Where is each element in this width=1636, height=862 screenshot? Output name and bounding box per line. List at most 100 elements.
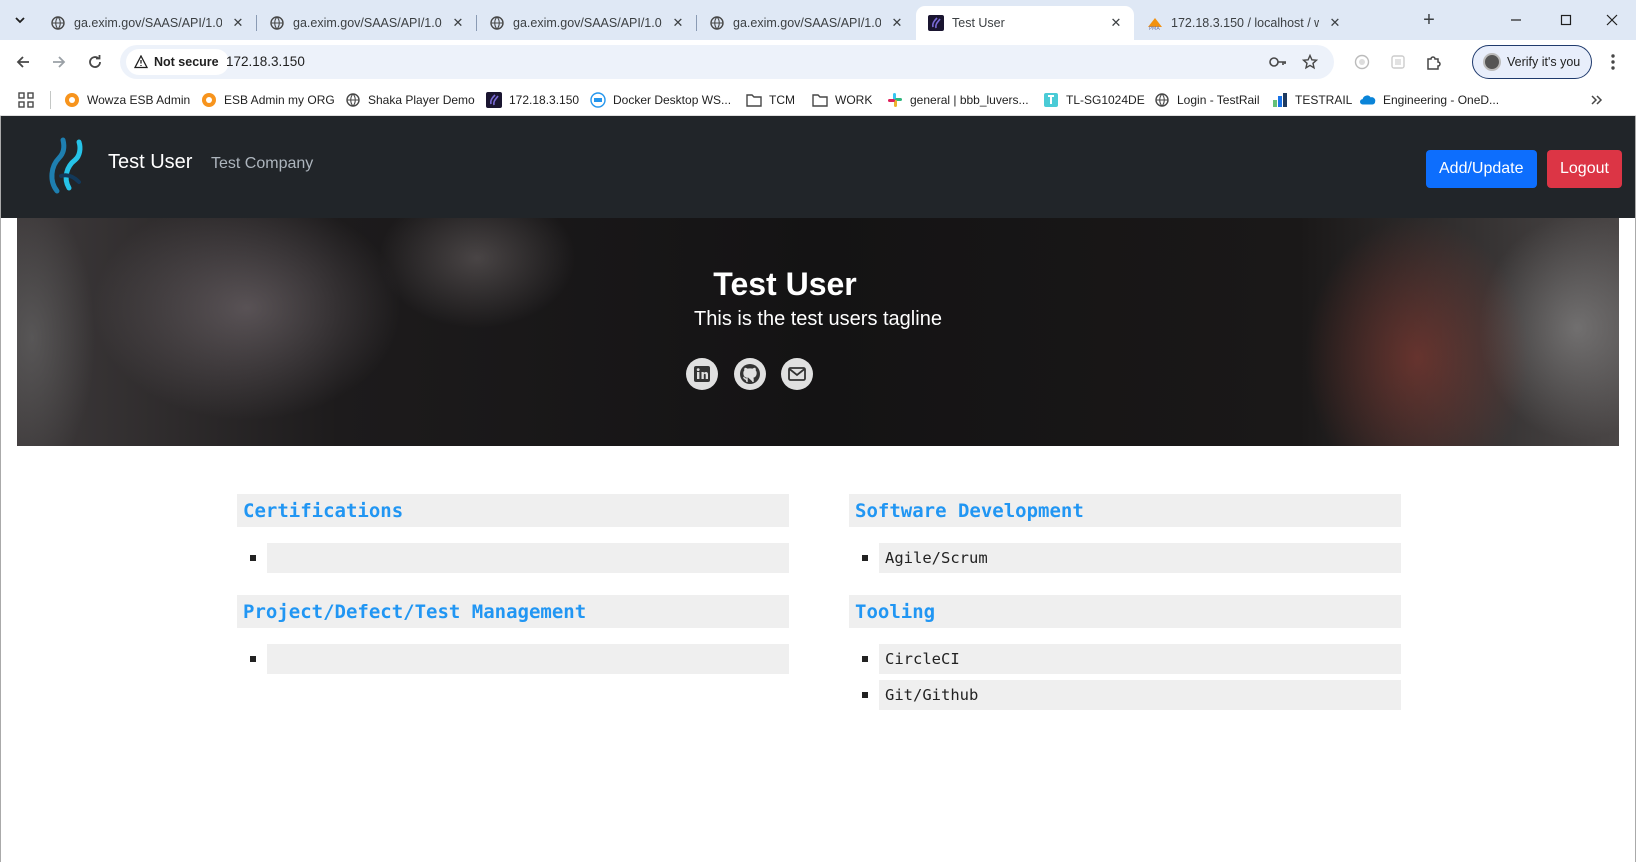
section-heading: Software Development xyxy=(849,494,1401,527)
apps-grid-icon xyxy=(18,92,34,108)
testrail-icon xyxy=(1272,92,1288,108)
apps-grid-button[interactable] xyxy=(18,90,34,110)
globe-icon xyxy=(50,15,66,31)
profile-verify-button[interactable]: Verify it's you xyxy=(1472,45,1592,79)
docker-icon xyxy=(590,92,606,108)
bookmark-item[interactable]: ESB Admin my ORG xyxy=(201,90,335,110)
bookmark-label: Docker Desktop WS... xyxy=(613,93,732,107)
browser-tab[interactable]: PMA 172.18.3.150 / localhost / web ✕ xyxy=(1135,6,1353,40)
bookmark-label: TL-SG1024DE xyxy=(1066,93,1145,107)
globe-icon xyxy=(345,92,361,108)
minimize-button[interactable] xyxy=(1490,0,1542,40)
star-icon[interactable] xyxy=(1300,52,1320,72)
tab-title: 172.18.3.150 / localhost / web xyxy=(1171,16,1319,30)
tab-search-button[interactable] xyxy=(8,8,32,32)
close-icon xyxy=(1606,14,1618,26)
bookmark-item[interactable]: Login - TestRail xyxy=(1154,90,1260,110)
maximize-button[interactable] xyxy=(1540,0,1592,40)
svg-text:PMA: PMA xyxy=(1149,26,1160,31)
mail-icon xyxy=(788,367,806,381)
bookmark-label: 172.18.3.150 xyxy=(509,93,580,107)
phpmyadmin-icon: PMA xyxy=(1147,15,1163,31)
page-viewport: Test User Test Company Add/Update Logout… xyxy=(0,116,1636,862)
bookmark-label: WORK xyxy=(835,93,873,107)
browser-tab[interactable]: ga.exim.gov/SAAS/API/1.0/GET ✕ xyxy=(477,6,697,40)
bookmark-label: TCM xyxy=(769,93,795,107)
linkedin-icon xyxy=(694,366,710,382)
bookmark-item[interactable]: Docker Desktop WS... xyxy=(590,90,731,110)
github-link[interactable] xyxy=(734,358,766,390)
maximize-icon xyxy=(1560,14,1572,26)
browser-tab-active[interactable]: Test User ✕ xyxy=(916,6,1134,40)
extensions-puzzle-icon[interactable] xyxy=(1422,50,1446,74)
brand-logo[interactable] xyxy=(45,136,87,196)
bookmark-item[interactable]: TESTRAIL xyxy=(1272,90,1352,110)
section-heading: Project/Defect/Test Management xyxy=(237,595,789,628)
extension-icon[interactable] xyxy=(1350,50,1374,74)
brand-name[interactable]: Test User xyxy=(108,151,192,174)
right-column: Software Development Agile/Scrum Tooling… xyxy=(849,494,1401,732)
onedrive-icon xyxy=(1360,92,1376,108)
folder-icon xyxy=(746,92,762,108)
close-window-button[interactable] xyxy=(1586,0,1636,40)
tab-title: ga.exim.gov/SAAS/API/1.0/GET xyxy=(74,16,222,30)
new-tab-button[interactable]: + xyxy=(1418,9,1440,31)
verify-label: Verify it's you xyxy=(1507,55,1581,69)
section-heading: Tooling xyxy=(849,595,1401,628)
add-update-button[interactable]: Add/Update xyxy=(1426,150,1537,188)
bookmark-item[interactable]: Shaka Player Demo xyxy=(345,90,475,110)
bookmark-item[interactable]: TCM xyxy=(746,90,795,110)
bookmark-item[interactable]: Wowza ESB Admin xyxy=(64,90,190,110)
bookmarks-overflow-button[interactable] xyxy=(1590,90,1604,110)
chevron-down-icon xyxy=(15,17,25,24)
bookmark-item[interactable]: 172.18.3.150 xyxy=(486,90,579,110)
url-text: 172.18.3.150 xyxy=(226,54,305,69)
browser-tab[interactable]: ga.exim.gov/SAAS/API/1.0/GET ✕ xyxy=(38,6,257,40)
browser-tab[interactable]: ga.exim.gov/SAAS/API/1.0/GET ✕ xyxy=(257,6,477,40)
globe-icon xyxy=(709,15,725,31)
wowza-icon xyxy=(201,92,217,108)
skills-list xyxy=(237,628,789,696)
tab-title: ga.exim.gov/SAAS/API/1.0/GET xyxy=(293,16,442,30)
extension-icon[interactable] xyxy=(1386,50,1410,74)
kebab-menu-icon[interactable] xyxy=(1601,50,1625,74)
bookmark-label: Login - TestRail xyxy=(1177,93,1260,107)
email-link[interactable] xyxy=(781,358,813,390)
bookmark-item[interactable]: general | bbb_luvers... xyxy=(887,90,1029,110)
logout-button[interactable]: Logout xyxy=(1547,150,1622,188)
hero-banner: Test User This is the test users tagline xyxy=(17,218,1619,446)
close-tab-icon[interactable]: ✕ xyxy=(1108,15,1124,31)
folder-icon xyxy=(812,92,828,108)
browser-tab[interactable]: ga.exim.gov/SAAS/API/1.0/GET ✕ xyxy=(697,6,915,40)
bookmark-item[interactable]: Engineering - OneD... xyxy=(1360,90,1499,110)
close-tab-icon[interactable]: ✕ xyxy=(670,15,686,31)
address-bar[interactable]: Not secure 172.18.3.150 xyxy=(120,45,1334,79)
bookmark-label: TESTRAIL xyxy=(1295,93,1353,107)
tab-title: Test User xyxy=(952,16,1005,30)
reload-button[interactable] xyxy=(81,48,109,76)
bookmark-label: Engineering - OneD... xyxy=(1383,93,1500,107)
list-item: Agile/Scrum xyxy=(862,543,1401,573)
linkedin-link[interactable] xyxy=(686,358,718,390)
bookmark-label: general | bbb_luvers... xyxy=(910,93,1029,107)
tab-title: ga.exim.gov/SAAS/API/1.0/GET xyxy=(733,16,881,30)
wowza-icon xyxy=(64,92,80,108)
bookmarks-bar: Wowza ESB Admin ESB Admin my ORG Shaka P… xyxy=(0,84,1636,116)
security-chip-label: Not secure xyxy=(154,55,219,69)
avatar xyxy=(1483,53,1501,71)
list-item: Git/Github xyxy=(862,680,1401,710)
minimize-icon xyxy=(1511,19,1521,21)
close-tab-icon[interactable]: ✕ xyxy=(889,15,905,31)
skills-list: Agile/Scrum xyxy=(849,527,1401,595)
bookmark-item[interactable]: TL-SG1024DE xyxy=(1043,90,1145,110)
forward-button[interactable] xyxy=(45,48,73,76)
password-key-icon[interactable] xyxy=(1268,52,1288,72)
bookmark-item[interactable]: WORK xyxy=(812,90,872,110)
hero-title: Test User xyxy=(713,266,857,302)
close-tab-icon[interactable]: ✕ xyxy=(450,15,466,31)
close-tab-icon[interactable]: ✕ xyxy=(230,15,246,31)
close-tab-icon[interactable]: ✕ xyxy=(1327,15,1343,31)
security-chip[interactable]: Not secure xyxy=(126,49,229,75)
back-button[interactable] xyxy=(9,48,37,76)
bookmarks-separator xyxy=(50,91,51,109)
